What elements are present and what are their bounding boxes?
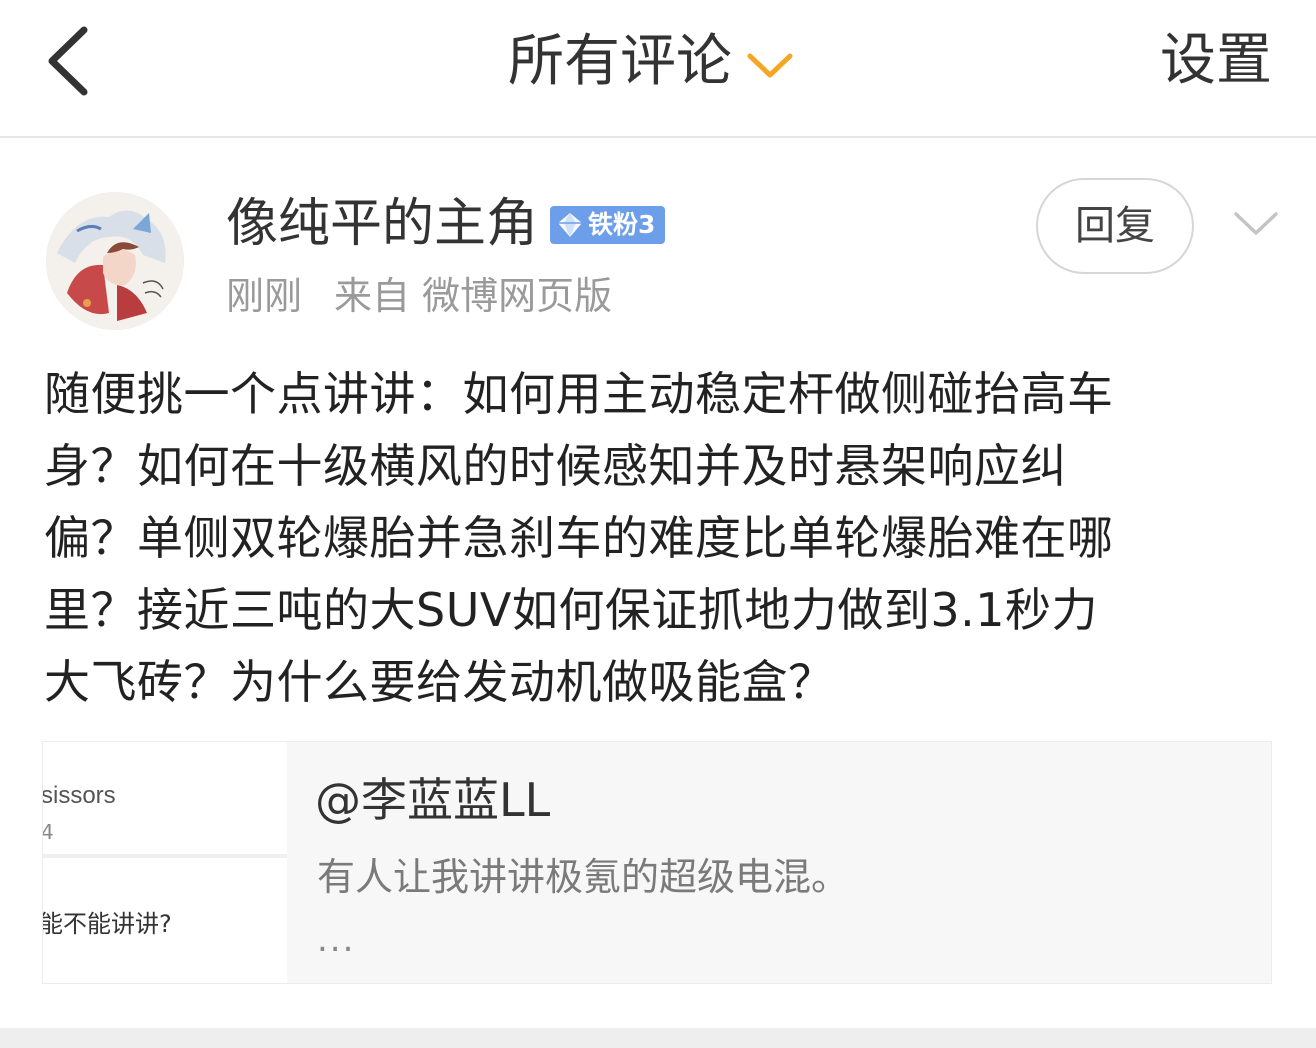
- badge-label: 铁粉3: [588, 210, 656, 239]
- username[interactable]: 像纯平的主角: [226, 192, 538, 256]
- back-arrow-icon[interactable]: [40, 24, 100, 98]
- quoted-username: @李蓝蓝LL: [315, 773, 551, 827]
- chevron-down-icon[interactable]: [1232, 208, 1280, 238]
- diamond-icon: [558, 213, 582, 237]
- thumbnail-text: 4: [43, 820, 54, 844]
- chevron-down-icon: [747, 53, 793, 78]
- comment-item: 像纯平的主角 铁粉3 刚刚 来自 微博网页版 回复 随便挑一个点讲讲：如何用主动…: [0, 138, 1316, 1028]
- comment-time: 刚刚: [226, 274, 303, 318]
- page-title: 所有评论: [508, 29, 732, 94]
- fan-badge[interactable]: 铁粉3: [550, 206, 666, 244]
- quoted-post-card[interactable]: sissors 4 能不能讲讲? @李蓝蓝LL 有人让我讲讲极氪的超级电混。 .…: [42, 741, 1272, 984]
- quoted-post-thumbnail: sissors 4 能不能讲讲?: [43, 742, 287, 983]
- quoted-ellipsis: ...: [317, 920, 356, 960]
- comment-filter-dropdown[interactable]: 所有评论: [508, 22, 794, 102]
- avatar[interactable]: [46, 192, 184, 330]
- thumbnail-text: 能不能讲讲?: [43, 910, 172, 938]
- reply-button[interactable]: 回复: [1036, 178, 1194, 274]
- settings-button[interactable]: 设置: [1160, 28, 1272, 94]
- thumbnail-text: sissors: [43, 782, 116, 809]
- thumbnail-top-section: sissors 4: [43, 742, 287, 858]
- section-divider: [0, 1028, 1316, 1048]
- comment-meta: 刚刚 来自 微博网页版: [226, 272, 612, 320]
- comment-text: 随便挑一个点讲讲：如何用主动稳定杆做侧碰抬高车 身？如何在十级横风的时候感知并及…: [44, 367, 1114, 709]
- top-nav-bar: 所有评论 设置: [0, 0, 1316, 138]
- comment-source: 来自 微博网页版: [334, 274, 613, 318]
- quoted-text: 有人让我讲讲极氪的超级电混。: [317, 855, 850, 899]
